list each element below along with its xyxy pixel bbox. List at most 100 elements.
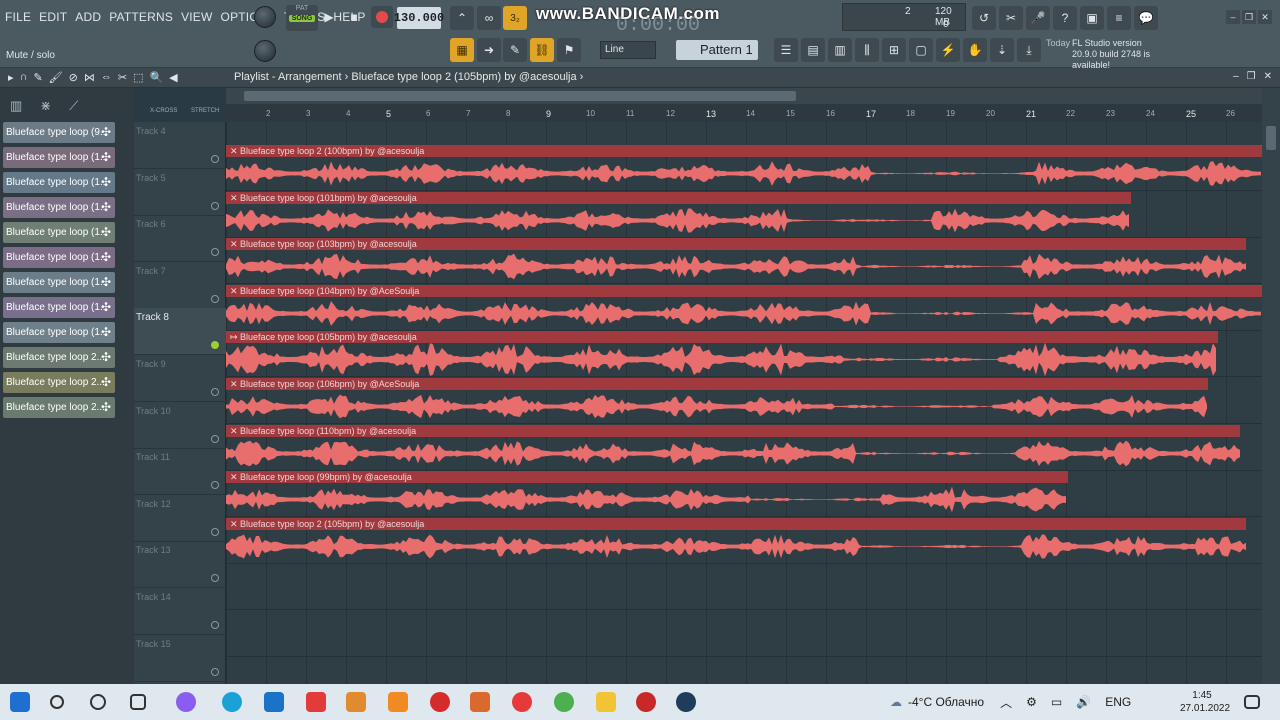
- microphone-icon[interactable]: 🎤: [1026, 6, 1050, 30]
- slip-icon[interactable]: ⇔: [101, 71, 112, 84]
- record-button[interactable]: [371, 6, 393, 28]
- pat-song-toggle[interactable]: PAT SONG: [286, 5, 318, 31]
- arrow-right-icon[interactable]: ➜: [477, 38, 501, 62]
- clip-source-item[interactable]: Blueface type loop 2... ✣: [3, 347, 115, 368]
- zoom-icon[interactable]: 🔍: [149, 71, 163, 84]
- restore-icon[interactable]: ❐: [1242, 10, 1256, 24]
- notifications-icon[interactable]: [1244, 695, 1260, 709]
- track-header[interactable]: Track 5: [134, 169, 226, 216]
- menu-add[interactable]: ADD: [74, 8, 102, 26]
- track-lane[interactable]: ✕ Blueface type loop 2 (100bpm) by @aces…: [226, 144, 1262, 191]
- search-icon[interactable]: [50, 695, 64, 709]
- save-icon[interactable]: ▣: [1080, 6, 1104, 30]
- track-mute-dot[interactable]: [211, 201, 219, 210]
- track-header[interactable]: Track 6: [134, 215, 226, 263]
- track-lane[interactable]: ✕ Blueface type loop (101bpm) by @acesou…: [226, 191, 1262, 238]
- track-header[interactable]: Track 7: [134, 262, 226, 309]
- vertical-scroll-thumb[interactable]: [1266, 126, 1276, 150]
- cortana-icon[interactable]: [90, 694, 106, 710]
- audio-picker-icon[interactable]: ⋇: [40, 98, 51, 113]
- mute-icon[interactable]: ⋈: [84, 71, 95, 84]
- stretch-toggle[interactable]: STRETCH: [191, 108, 219, 114]
- weather-text[interactable]: -4°C Облачно: [908, 695, 984, 709]
- task-view-icon[interactable]: [130, 694, 146, 710]
- file-icon[interactable]: ▢: [909, 38, 933, 62]
- master-pitch-knob[interactable]: [254, 40, 276, 62]
- stamp-icon[interactable]: ⚑: [557, 38, 581, 62]
- clip-source-item[interactable]: Blueface type loop (1... ✣: [3, 272, 115, 293]
- mixer-view-icon[interactable]: ⫼: [855, 38, 879, 62]
- news-panel[interactable]: Today FL Studio version 20.9.0 build 274…: [1046, 38, 1174, 70]
- clip-source-item[interactable]: Blueface type loop (1... ✣: [3, 197, 115, 218]
- track-header[interactable]: Track 4: [134, 122, 226, 169]
- track-header[interactable]: Track 8: [134, 308, 226, 356]
- minimize-icon[interactable]: –: [1226, 10, 1240, 24]
- cut-icon[interactable]: ✂: [999, 6, 1023, 30]
- track-lane[interactable]: ✕ Blueface type loop (103bpm) by @acesou…: [226, 237, 1262, 285]
- help-icon[interactable]: ?: [1053, 6, 1077, 30]
- track-mute-dot[interactable]: [211, 527, 219, 536]
- yandex-browser-icon[interactable]: [512, 692, 532, 712]
- file-explorer-icon[interactable]: [596, 692, 616, 712]
- delete-icon[interactable]: ⊘: [69, 71, 78, 84]
- audio-clip[interactable]: ✕ Blueface type loop 2 (105bpm) by @aces…: [226, 517, 1246, 563]
- metronome-icon[interactable]: ⌃: [450, 6, 474, 30]
- menu-edit[interactable]: EDIT: [38, 8, 68, 26]
- clip-source-item[interactable]: Blueface type loop (1... ✣: [3, 222, 115, 243]
- stop-button[interactable]: ■: [343, 6, 365, 28]
- clip-source-item[interactable]: Blueface type loop (9... ✣: [3, 122, 115, 143]
- audio-clip[interactable]: ✕ Blueface type loop (106bpm) by @AceSou…: [226, 378, 1208, 423]
- clip-source-item[interactable]: Blueface type loop (1... ✣: [3, 172, 115, 193]
- track-header[interactable]: Track 13: [134, 541, 226, 589]
- vertical-scrollbar[interactable]: [1262, 88, 1280, 684]
- playlist-close-icon[interactable]: ✕: [1264, 71, 1272, 82]
- touch-icon[interactable]: ✋: [963, 38, 987, 62]
- game-icon[interactable]: [346, 692, 366, 712]
- clip-source-item[interactable]: Blueface type loop (1... ✣: [3, 147, 115, 168]
- tempo-display[interactable]: 130.000: [394, 7, 444, 29]
- track-header[interactable]: Track 11: [134, 448, 226, 496]
- track-mute-dot[interactable]: [211, 667, 219, 676]
- track-mute-dot[interactable]: [211, 248, 219, 257]
- track-header[interactable]: Track 14: [134, 588, 226, 635]
- browser-icon[interactable]: ⊞: [882, 38, 906, 62]
- edge-icon[interactable]: [222, 692, 242, 712]
- playlist-menu-icon[interactable]: ▸: [8, 71, 14, 84]
- link-icon[interactable]: ⛓: [530, 38, 554, 62]
- track-lane[interactable]: [226, 563, 1262, 611]
- xcross-toggle[interactable]: X-CROSS: [150, 108, 177, 114]
- pattern-selector[interactable]: Pattern 1: [676, 40, 758, 60]
- audio-clip[interactable]: ✕ Blueface type loop (103bpm) by @acesou…: [226, 238, 1246, 283]
- chat-icon[interactable]: 💬: [1134, 6, 1158, 30]
- track-lane[interactable]: ✕ Blueface type loop 2 (105bpm) by @aces…: [226, 517, 1262, 564]
- plugin-icon[interactable]: ⚡: [936, 38, 960, 62]
- pencil-icon[interactable]: ✎: [33, 71, 42, 84]
- snap-select[interactable]: Line: [600, 41, 656, 59]
- opera-icon[interactable]: [430, 692, 450, 712]
- audio-clip[interactable]: ✕ Blueface type loop 2 (100bpm) by @aces…: [226, 145, 1262, 190]
- close-icon[interactable]: ✕: [1258, 10, 1272, 24]
- clip-source-item[interactable]: Blueface type loop 2... ✣: [3, 372, 115, 393]
- clock[interactable]: 1:45 27.01.2022: [1180, 689, 1230, 715]
- download-icon[interactable]: ⤓: [1017, 38, 1041, 62]
- track-mute-dot[interactable]: [211, 574, 219, 583]
- track-mute-dot[interactable]: [211, 434, 219, 443]
- playlist-icon[interactable]: ☰: [774, 38, 798, 62]
- step-seq-icon[interactable]: ▥: [828, 38, 852, 62]
- mail-icon[interactable]: [264, 692, 284, 712]
- track-header[interactable]: Track 12: [134, 495, 226, 542]
- playlist-grid[interactable]: ✕ Blueface type loop 2 (100bpm) by @aces…: [226, 122, 1262, 684]
- timeline-ruler[interactable]: 2 3 4 5 6 7 8 9 10 11 12 13 14 15 16 17 18 19 20 21 22 23 24 25…: [226, 106, 1262, 122]
- track-header[interactable]: Track 9: [134, 355, 226, 402]
- countdown-icon[interactable]: 3₂: [503, 6, 527, 30]
- channel-rack-icon[interactable]: ▤: [801, 38, 825, 62]
- clip-source-item[interactable]: Blueface type loop 2... ✣: [3, 397, 115, 418]
- draw-icon[interactable]: ✎: [503, 38, 527, 62]
- track-lane[interactable]: ✕ Blueface type loop (106bpm) by @AceSou…: [226, 377, 1262, 424]
- magnet-icon[interactable]: ∩: [20, 71, 28, 84]
- track-mute-dot[interactable]: [211, 621, 219, 629]
- track-mute-dot[interactable]: [211, 481, 219, 490]
- track-header[interactable]: Track 15: [134, 635, 226, 682]
- clip-source-item[interactable]: Blueface type loop (1... ✣: [3, 297, 115, 318]
- audio-clip[interactable]: ✕ Blueface type loop (99bpm) by @acesoul…: [226, 471, 1068, 516]
